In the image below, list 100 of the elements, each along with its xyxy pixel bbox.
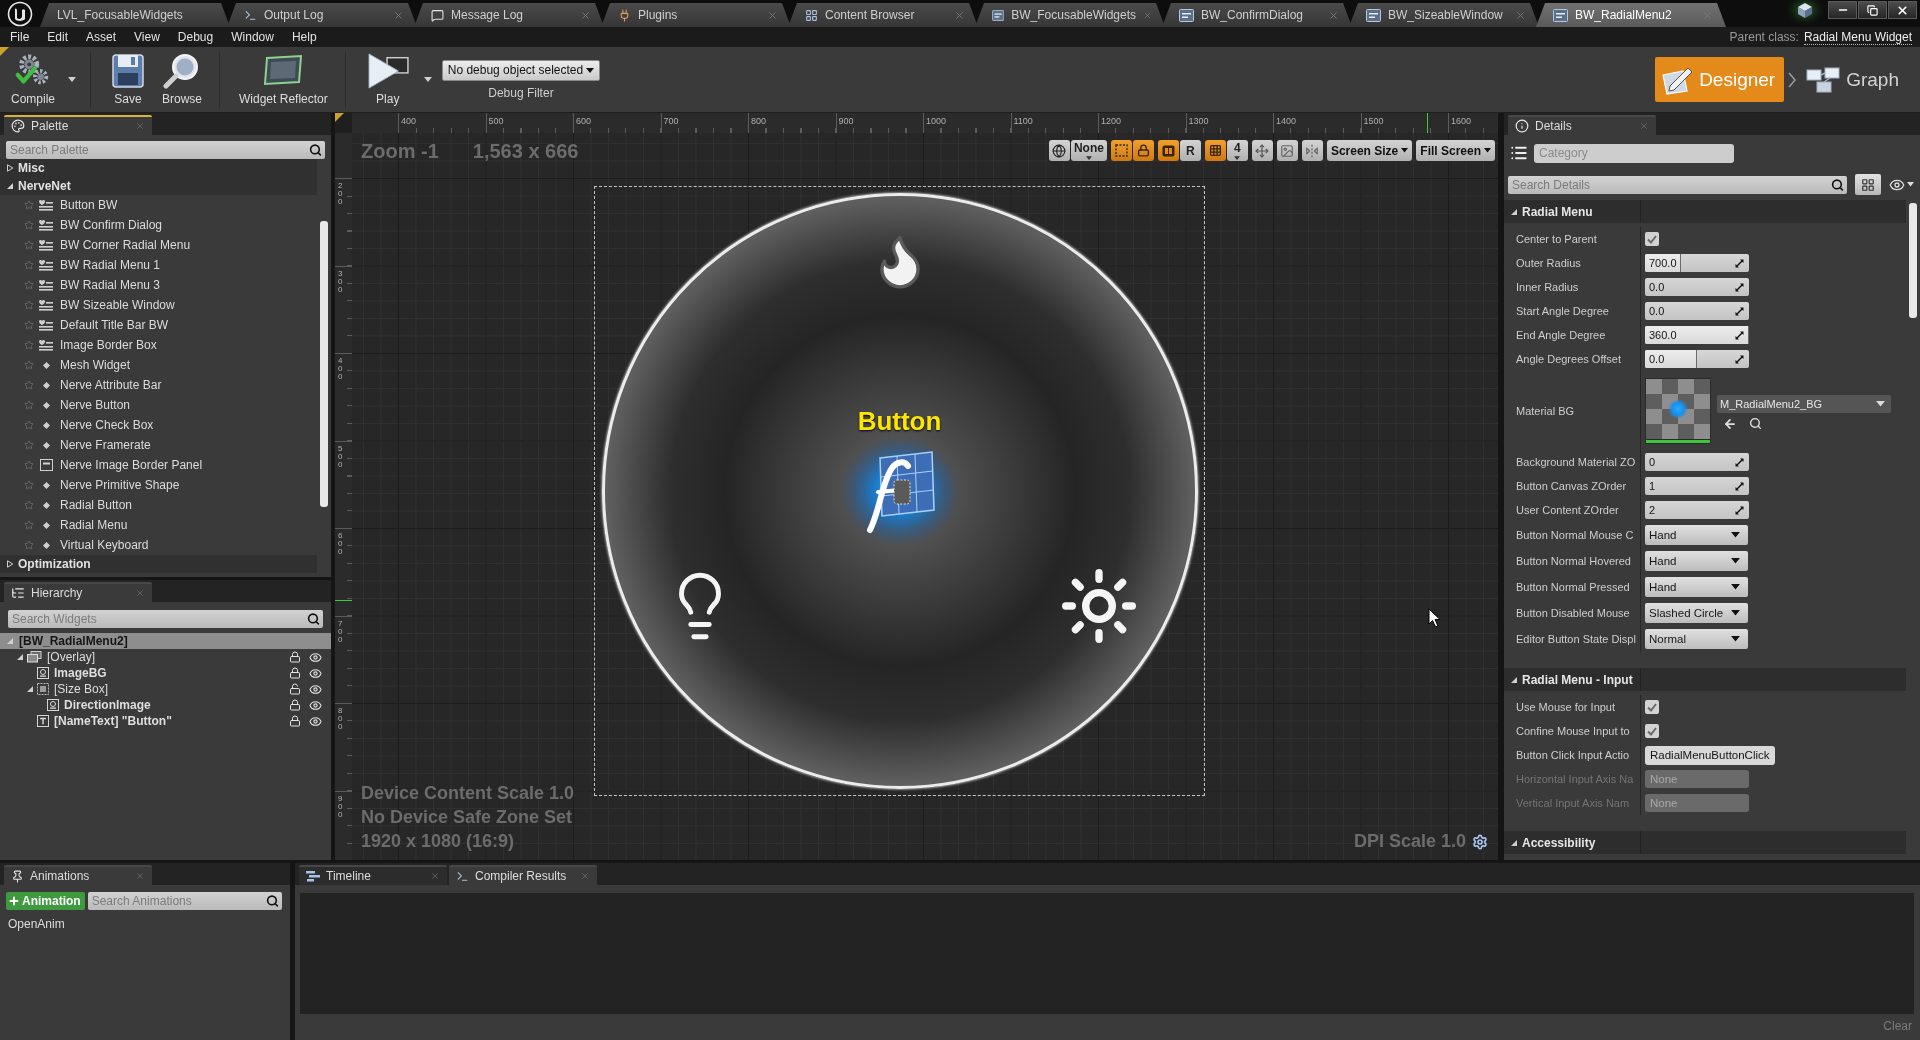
parent-class-link[interactable]: Radial Menu Widget [1803,29,1912,45]
star-icon[interactable] [24,400,34,410]
close-icon[interactable] [954,9,965,21]
palette-item[interactable]: Image Border Box [60,338,157,352]
view-options-button[interactable] [1855,174,1881,195]
scrollbar-thumb[interactable] [320,221,328,507]
dropdown[interactable]: Hand [1645,525,1748,545]
panel-tab[interactable]: Compiler Results [449,865,597,885]
palette-item[interactable]: Nerve Primitive Shape [60,478,180,492]
search-field[interactable]: Search Details [1508,175,1847,194]
toggle-button[interactable] [1204,140,1226,161]
palette-item[interactable]: Default Title Bar BW [60,318,169,332]
toggle-button[interactable] [1276,140,1298,161]
palette-item[interactable]: Virtual Keyboard [60,538,149,552]
toggle-button[interactable] [1157,140,1179,161]
document-tab[interactable]: BW_RadialMenu2 [1536,3,1726,27]
toolbar-button[interactable]: Compile [6,51,60,108]
material-thumbnail[interactable] [1645,377,1711,444]
close-icon[interactable] [1328,9,1339,21]
star-icon[interactable] [24,220,34,230]
section-header[interactable]: Radial Menu - Input [1504,668,1906,691]
star-icon[interactable] [24,300,34,310]
panel-tab[interactable]: Hierarchy [4,582,152,602]
search-field[interactable]: Search Animations [87,892,282,910]
number-field[interactable]: 0 [1645,453,1749,471]
search-field[interactable]: Search Palette [6,141,325,159]
lock-icon[interactable] [289,667,301,679]
asset-dropdown[interactable]: M_RadialMenu2_BG [1717,395,1891,413]
animation-item[interactable]: OpenAnim [0,914,73,934]
tree-row[interactable]: [Size Box] [0,681,331,697]
number-field[interactable]: 0.0 [1645,302,1749,320]
star-icon[interactable] [24,440,34,450]
expand-arrow-icon[interactable] [26,685,34,693]
close-button[interactable] [1888,1,1917,19]
dropdown[interactable]: Hand [1645,551,1748,571]
palette-item[interactable]: Nerve Attribute Bar [60,378,162,392]
document-tab[interactable]: Output Log [227,3,417,27]
caret-icon[interactable] [68,77,76,82]
palette-item[interactable]: BW Sizeable Window [60,298,175,312]
document-tab[interactable]: Plugins [601,3,791,27]
toolbar-button[interactable]: Save [105,51,151,108]
close-icon[interactable] [580,9,591,21]
lock-icon[interactable] [289,715,301,727]
eye-icon[interactable] [309,682,322,696]
tree-row[interactable]: DirectionImage [0,697,331,713]
name-field[interactable]: RadialMenuButtonClick [1645,745,1775,765]
dropdown[interactable]: Slashed Circle [1645,603,1748,623]
tree-row[interactable]: [Overlay] [0,649,331,665]
palette-item[interactable]: BW Corner Radial Menu [60,238,191,252]
tree-row[interactable]: ImageBG [0,665,331,681]
restore-button[interactable] [1858,1,1887,19]
dropdown-button[interactable]: Screen Size [1326,140,1413,161]
section-header[interactable]: Radial Menu [1504,200,1906,223]
add-animation-button[interactable]: Animation [6,892,85,910]
palette-item[interactable]: Nerve Check Box [60,418,154,432]
menu-item[interactable]: File [1,30,39,44]
palette-item[interactable]: Nerve Image Border Panel [60,458,203,472]
category-header[interactable]: NerveNet [0,177,317,195]
star-icon[interactable] [24,520,34,530]
category-header[interactable]: Optimization [0,555,317,573]
menu-item[interactable]: Help [282,30,326,44]
category-field[interactable]: Category [1534,143,1734,163]
document-tab[interactable]: LVL_FocusableWidgets [40,3,230,27]
expand-arrow-icon[interactable] [1510,675,1518,684]
toolbar-button[interactable]: Play [359,51,416,108]
star-icon[interactable] [24,360,34,370]
expand-arrow-icon[interactable] [1510,207,1518,216]
toolbar-button[interactable]: Browse [157,51,208,108]
eye-icon[interactable] [309,666,322,680]
star-icon[interactable] [24,320,34,330]
settings-icon[interactable] [1472,833,1488,850]
number-field[interactable]: 2 [1645,501,1749,519]
panel-tab[interactable]: Animations [4,865,152,885]
debug-object-dropdown[interactable]: No debug object selected [441,59,601,81]
checkbox[interactable] [1645,700,1659,714]
star-icon[interactable] [24,340,34,350]
document-tab[interactable]: Message Log [414,3,604,27]
toggle-button[interactable] [1048,140,1070,161]
checkbox[interactable] [1645,724,1659,738]
mode-button[interactable]: Graph [1800,57,1908,102]
panel-tab[interactable]: Details [1508,115,1656,135]
number-field[interactable]: 360.0 [1645,326,1749,344]
checkbox[interactable] [1645,232,1659,246]
palette-item[interactable]: BW Radial Menu 1 [60,258,161,272]
star-icon[interactable] [24,500,34,510]
star-icon[interactable] [24,460,34,470]
expand-arrow-icon[interactable] [6,560,14,568]
eye-icon[interactable] [309,714,322,728]
number-field[interactable]: 0.0 [1645,278,1749,296]
star-icon[interactable] [24,280,34,290]
toggle-button[interactable]: R [1179,140,1201,161]
expand-arrow-icon[interactable] [6,182,14,190]
expand-arrow-icon[interactable] [6,164,14,172]
caret-icon[interactable] [423,77,432,82]
menu-item[interactable]: Debug [168,30,223,44]
close-icon[interactable] [393,9,404,21]
document-tab[interactable]: BW_SizeableWindow [1349,3,1539,27]
palette-item[interactable]: Mesh Widget [60,358,131,372]
document-tab[interactable]: BW_ConfirmDialog [1162,3,1352,27]
palette-item[interactable]: Radial Button [60,498,133,512]
